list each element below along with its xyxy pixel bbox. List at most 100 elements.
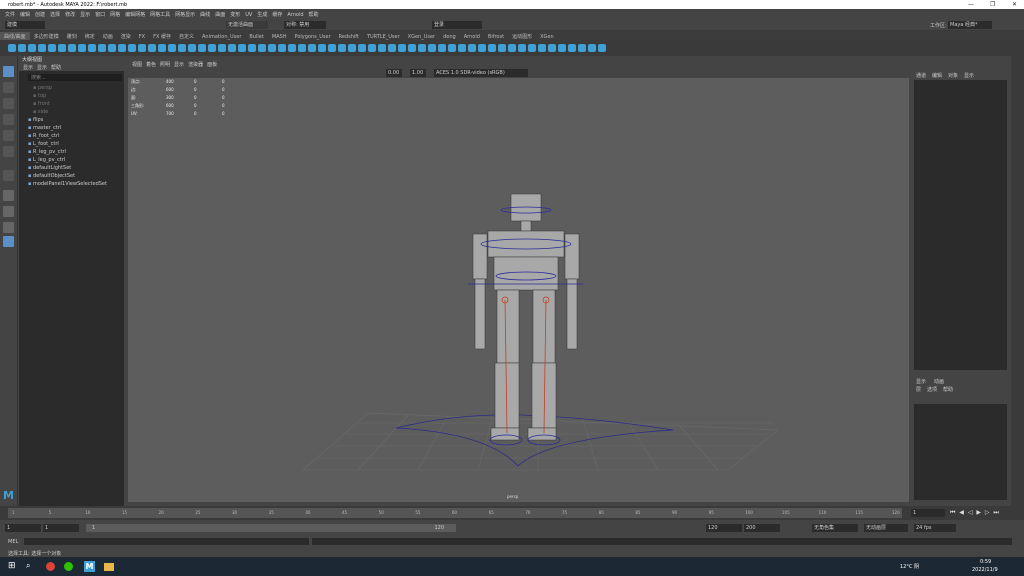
symmetry-dropdown[interactable]: 对称: 禁用 — [284, 21, 326, 29]
channelbox-menu-item-3[interactable]: 显示 — [964, 73, 974, 79]
anim-layer-dropdown[interactable]: 无动画层 — [864, 524, 908, 532]
shelf-tool-icon[interactable] — [88, 44, 96, 52]
menu-item-15[interactable]: 生成 — [257, 11, 267, 18]
outliner-item[interactable]: ▪ master_ctrl — [19, 124, 124, 132]
playback-controls-icon[interactable]: ⏮ ◀ ◁ ▶ ▷ ⏭ — [950, 509, 1000, 517]
shelf-tool-icon[interactable] — [238, 44, 246, 52]
viewport[interactable]: persp — [128, 78, 909, 502]
start-inner-field[interactable]: 1 — [43, 524, 79, 532]
outliner-item[interactable]: ▪ R_foot_ctrl — [19, 132, 124, 140]
outliner-item[interactable]: ▪ persp — [19, 84, 124, 92]
shelf-tool-icon[interactable] — [528, 44, 536, 52]
fps-dropdown[interactable]: 24 fps — [914, 524, 956, 532]
layer-tab-0[interactable]: 显示 — [916, 379, 926, 385]
exposure-field[interactable]: 0.00 — [386, 69, 402, 77]
menu-item-12[interactable]: 曲面 — [215, 11, 225, 18]
menu-item-7[interactable]: 网格 — [110, 11, 120, 18]
menu-item-16[interactable]: 缓存 — [272, 11, 282, 18]
paint-select-icon[interactable] — [3, 98, 14, 109]
outliner-item[interactable]: ▪ defaultObjectSet — [19, 172, 124, 180]
scale-tool-icon[interactable] — [3, 146, 14, 157]
shelf-tool-icon[interactable] — [398, 44, 406, 52]
shelf-tool-icon[interactable] — [508, 44, 516, 52]
wechat-icon[interactable] — [64, 562, 73, 571]
weather-text[interactable]: 12°C 阴 — [900, 563, 919, 570]
menu-item-18[interactable]: 帮助 — [309, 11, 319, 18]
shelf-tool-icon[interactable] — [178, 44, 186, 52]
shelf-tool-icon[interactable] — [578, 44, 586, 52]
menu-item-5[interactable]: 显示 — [80, 11, 90, 18]
menu-item-11[interactable]: 曲线 — [200, 11, 210, 18]
menu-item-1[interactable]: 编辑 — [20, 11, 30, 18]
maya-taskbar-icon[interactable]: M — [84, 561, 95, 572]
start-frame-field[interactable]: 1 — [5, 524, 41, 532]
shelf-tool-icon[interactable] — [278, 44, 286, 52]
shelf-tool-icon[interactable] — [448, 44, 456, 52]
shelf-tool-icon[interactable] — [548, 44, 556, 52]
shelf-tool-icon[interactable] — [188, 44, 196, 52]
outliner-item[interactable]: ▪ L_foot_ctrl — [19, 140, 124, 148]
shelf-tool-icon[interactable] — [438, 44, 446, 52]
current-frame-field[interactable]: 1 — [911, 509, 945, 517]
shelf-tool-icon[interactable] — [208, 44, 216, 52]
shelf-tool-icon[interactable] — [218, 44, 226, 52]
shelf-tool-icon[interactable] — [428, 44, 436, 52]
last-tool-icon[interactable] — [3, 170, 14, 181]
menu-item-4[interactable]: 修改 — [65, 11, 75, 18]
channelbox-menu-item-0[interactable]: 通道 — [916, 73, 926, 79]
single-view-icon[interactable] — [3, 190, 14, 201]
shelf-tool-icon[interactable] — [48, 44, 56, 52]
time-slider[interactable]: 1 5 10 15 20 25 30 35 40 45 50 55 60 65 70 75 80 85 90 95 10… — [0, 506, 1024, 520]
menu-item-9[interactable]: 网格工具 — [150, 11, 170, 18]
layer-menu-item-1[interactable]: 选项 — [927, 387, 937, 393]
shelf-tool-icon[interactable] — [258, 44, 266, 52]
shelf-tool-icon[interactable] — [168, 44, 176, 52]
maximize-button[interactable]: ❐ — [990, 1, 995, 8]
clock-date[interactable]: 2022/11/9 — [972, 567, 998, 573]
select-tool-icon[interactable] — [3, 66, 14, 77]
shelf-tool-icon[interactable] — [58, 44, 66, 52]
shelf-tool-icon[interactable] — [588, 44, 596, 52]
menuset-dropdown[interactable]: 建模 — [5, 21, 45, 29]
shelf-tool-icon[interactable] — [108, 44, 116, 52]
shelf-tool-icon[interactable] — [498, 44, 506, 52]
shelf-tool-icon[interactable] — [598, 44, 606, 52]
character-set-dropdown[interactable]: 无角色集 — [812, 524, 858, 532]
shelf-tool-icon[interactable] — [318, 44, 326, 52]
shelf-tool-icon[interactable] — [388, 44, 396, 52]
close-button[interactable]: ✕ — [1012, 1, 1017, 8]
shelf-tool-icon[interactable] — [518, 44, 526, 52]
persp-outliner-layout-icon[interactable] — [3, 236, 14, 247]
workspace-dropdown[interactable]: Maya 经典* — [948, 21, 992, 29]
windows-start-icon[interactable]: ⊞ — [8, 561, 16, 571]
shelf-tool-icon[interactable] — [338, 44, 346, 52]
shelf-tool-icon[interactable] — [478, 44, 486, 52]
shelf-tool-icon[interactable] — [38, 44, 46, 52]
shelf-tool-icon[interactable] — [328, 44, 336, 52]
search-icon[interactable]: ⌕ — [26, 561, 30, 571]
channelbox-menu-item-2[interactable]: 对象 — [948, 73, 958, 79]
layer-menu-item-2[interactable]: 帮助 — [943, 387, 953, 393]
outliner-menu-item-2[interactable]: 帮助 — [51, 65, 61, 71]
outliner-item[interactable]: ▪ defaultLightSet — [19, 164, 124, 172]
shelf-tool-icon[interactable] — [248, 44, 256, 52]
shelf-tool-icon[interactable] — [98, 44, 106, 52]
shelf-tool-icon[interactable] — [468, 44, 476, 52]
outliner-search[interactable]: 搜索... — [28, 74, 122, 81]
shelf-tool-icon[interactable] — [148, 44, 156, 52]
menu-item-3[interactable]: 选择 — [50, 11, 60, 18]
shelf-tool-icon[interactable] — [308, 44, 316, 52]
end-frame-field[interactable]: 200 — [744, 524, 780, 532]
shelf-tool-icon[interactable] — [348, 44, 356, 52]
chrome-icon[interactable] — [46, 562, 55, 571]
outliner-item[interactable]: ▪ side — [19, 108, 124, 116]
layer-menu-item-0[interactable]: 层 — [916, 387, 921, 393]
outliner-item[interactable]: ▪ R_leg_pv_ctrl — [19, 148, 124, 156]
layer-tab-1[interactable]: 动画 — [934, 379, 944, 385]
outliner-layout-icon[interactable] — [3, 222, 14, 233]
shelf-tool-icon[interactable] — [298, 44, 306, 52]
shelf-tool-icon[interactable] — [228, 44, 236, 52]
colorspace-dropdown[interactable]: ACES 1.0 SDR-video (sRGB) — [434, 69, 528, 77]
outliner-item[interactable]: ▪ flips — [19, 116, 124, 124]
four-view-icon[interactable] — [3, 206, 14, 217]
